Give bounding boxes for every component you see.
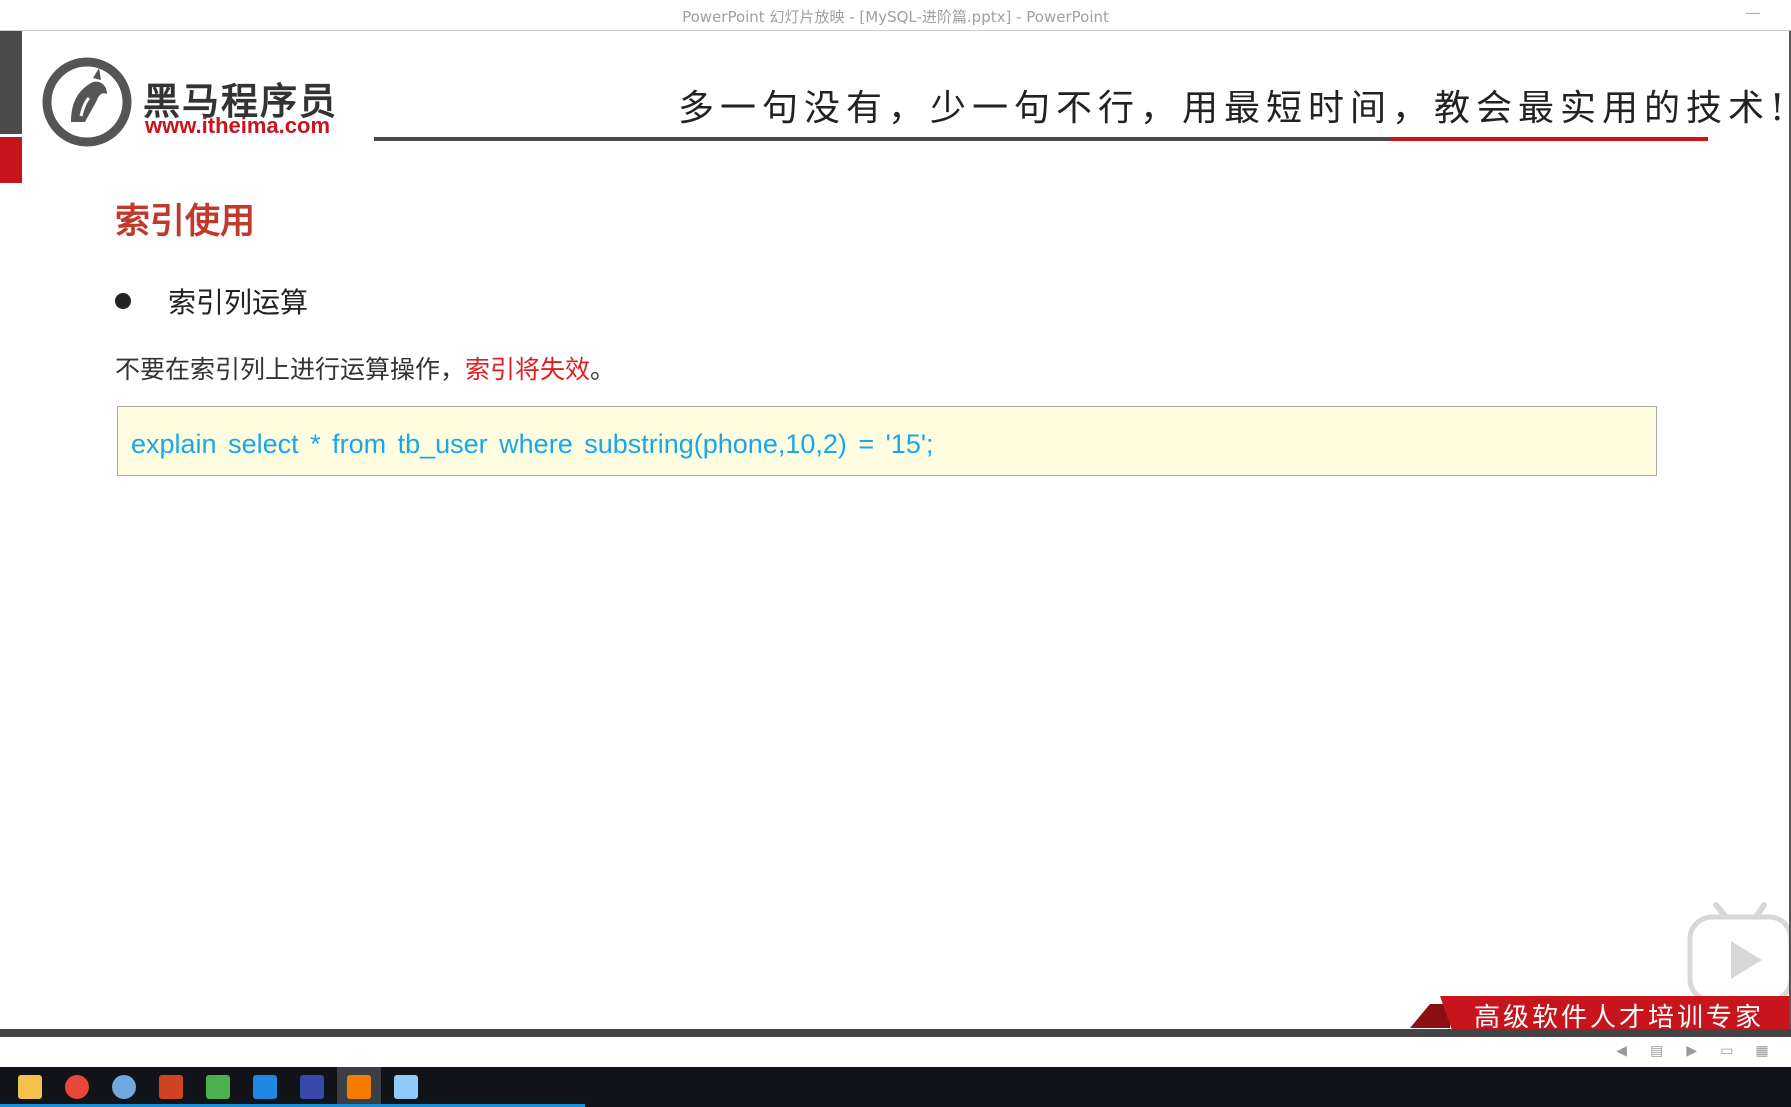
pdf-icon[interactable] bbox=[347, 1075, 371, 1099]
slide-heading: 索引使用 bbox=[115, 202, 256, 242]
slideshow-controls: ◀ ▤ ▶ ▭ ▦ bbox=[1601, 1040, 1771, 1066]
header-slogan: 多一句没有，少一句不行，用最短时间，教会最实用的技术! bbox=[678, 88, 1791, 129]
normal-view-icon[interactable]: ▭ bbox=[1718, 1042, 1736, 1060]
app-icon[interactable] bbox=[112, 1075, 136, 1099]
slide-canvas[interactable]: 黑马程序员 www.itheima.com 多一句没有，少一句不行，用最短时间，… bbox=[0, 31, 1791, 1034]
datagrip-icon[interactable] bbox=[300, 1075, 324, 1099]
bullet-text: 索引列运算 bbox=[168, 286, 309, 319]
play-icon[interactable] bbox=[1686, 889, 1791, 1009]
bullet-icon bbox=[115, 293, 131, 309]
sql-code: explain select * from tb_user where subs… bbox=[131, 429, 934, 459]
chrome-icon[interactable] bbox=[65, 1075, 89, 1099]
accent-stripe-red bbox=[0, 137, 22, 183]
next-slide-icon[interactable]: ▶ bbox=[1683, 1042, 1701, 1060]
powerpoint-icon[interactable] bbox=[159, 1075, 183, 1099]
window-title: PowerPoint 幻灯片放映 - [MySQL-进阶篇.pptx] - Po… bbox=[682, 8, 1109, 26]
header-rule-accent bbox=[1390, 137, 1708, 141]
remote-desktop-icon[interactable] bbox=[394, 1075, 418, 1099]
code-block: explain select * from tb_user where subs… bbox=[117, 406, 1657, 476]
body-text-highlight: 索引将失效 bbox=[465, 355, 591, 384]
slideshow-bar bbox=[0, 1029, 1791, 1037]
body-text-prefix: 不要在索引列上进行运算操作， bbox=[115, 355, 466, 384]
sync-icon[interactable] bbox=[253, 1075, 277, 1099]
taskbar bbox=[0, 1067, 1791, 1107]
horse-logo-icon bbox=[42, 57, 132, 147]
previous-slide-icon[interactable]: ◀ bbox=[1613, 1042, 1631, 1060]
body-text-suffix: 。 bbox=[590, 355, 616, 384]
slide-sorter-icon[interactable]: ▦ bbox=[1753, 1042, 1771, 1060]
brand-url: www.itheima.com bbox=[145, 113, 331, 138]
notepad-icon[interactable] bbox=[206, 1075, 230, 1099]
file-explorer-icon[interactable] bbox=[18, 1075, 42, 1099]
notes-icon[interactable]: ▤ bbox=[1648, 1042, 1666, 1060]
body-text: 不要在索引列上进行运算操作，索引将失效。 bbox=[115, 350, 615, 386]
accent-stripe-gray bbox=[0, 31, 22, 134]
header-rule bbox=[374, 137, 1390, 141]
minimize-icon[interactable]: — bbox=[1745, 3, 1761, 22]
window-titlebar: PowerPoint 幻灯片放映 - [MySQL-进阶篇.pptx] - Po… bbox=[0, 0, 1791, 31]
